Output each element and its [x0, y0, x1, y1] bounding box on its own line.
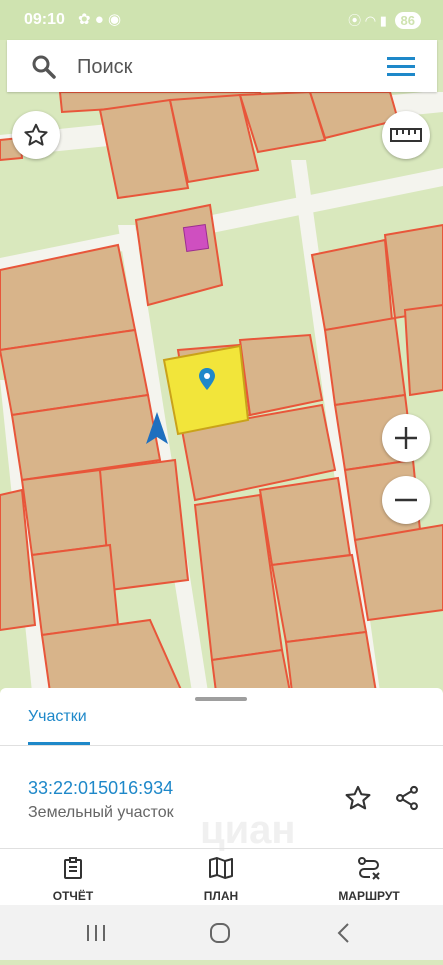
nav-plan[interactable]: ПЛАН	[166, 856, 276, 903]
status-right: ⦿ ◠ ▮ 86	[348, 10, 421, 29]
star-icon	[24, 123, 48, 146]
zoom-in-button[interactable]	[382, 414, 430, 462]
minus-icon	[395, 498, 417, 502]
share-icon	[396, 785, 418, 811]
route-icon	[358, 857, 380, 880]
notification-icons: ✿ ● ◉	[78, 11, 122, 28]
status-bar: 09:10 ✿ ● ◉ ⦿ ◠ ▮ 86	[0, 0, 443, 40]
favorite-map-button[interactable]	[12, 111, 60, 159]
search-input[interactable]: Поиск	[77, 56, 132, 79]
tab-parcels[interactable]: Участки	[28, 708, 87, 726]
favorite-parcel-button[interactable]	[344, 784, 372, 817]
wifi-icon: ◠	[364, 13, 377, 28]
watermark: циан	[200, 808, 296, 852]
status-time: 09:10	[24, 11, 65, 28]
search-bar[interactable]: Поиск	[7, 40, 437, 92]
parcel-type: Земельный участок	[28, 804, 174, 821]
search-icon[interactable]	[31, 54, 57, 85]
tab-divider	[0, 745, 443, 746]
share-button[interactable]	[393, 784, 421, 817]
map-plan-icon	[209, 857, 233, 879]
report-icon	[64, 857, 82, 879]
building-marker	[182, 224, 210, 252]
recent-apps-icon[interactable]	[87, 925, 105, 941]
map-canvas[interactable]	[0, 92, 443, 692]
zoom-out-button[interactable]	[382, 476, 430, 524]
drag-handle[interactable]	[195, 697, 247, 701]
cadastral-map[interactable]	[0, 92, 443, 692]
ruler-button[interactable]	[382, 111, 430, 159]
battery-indicator: 86	[394, 12, 421, 29]
signal-icon: ▮	[379, 13, 387, 28]
back-icon[interactable]	[337, 923, 349, 943]
nav-report[interactable]: ОТЧЁТ	[18, 856, 128, 903]
selected-parcel[interactable]	[162, 344, 250, 436]
nav-route[interactable]: МАРШРУТ	[314, 856, 424, 903]
nav-divider	[0, 848, 443, 849]
home-icon[interactable]	[210, 923, 230, 943]
nav-plan-label: ПЛАН	[203, 889, 239, 903]
ruler-icon	[390, 128, 422, 142]
nav-route-label: МАРШРУТ	[338, 889, 400, 903]
location-icon: ⦿	[348, 13, 362, 28]
star-icon	[345, 785, 371, 810]
system-navigation-bar	[0, 905, 443, 960]
nav-report-label: ОТЧЁТ	[52, 889, 94, 903]
plus-icon	[395, 427, 417, 449]
parcel-number[interactable]: 33:22:015016:934	[28, 778, 173, 799]
menu-icon[interactable]	[387, 56, 415, 83]
